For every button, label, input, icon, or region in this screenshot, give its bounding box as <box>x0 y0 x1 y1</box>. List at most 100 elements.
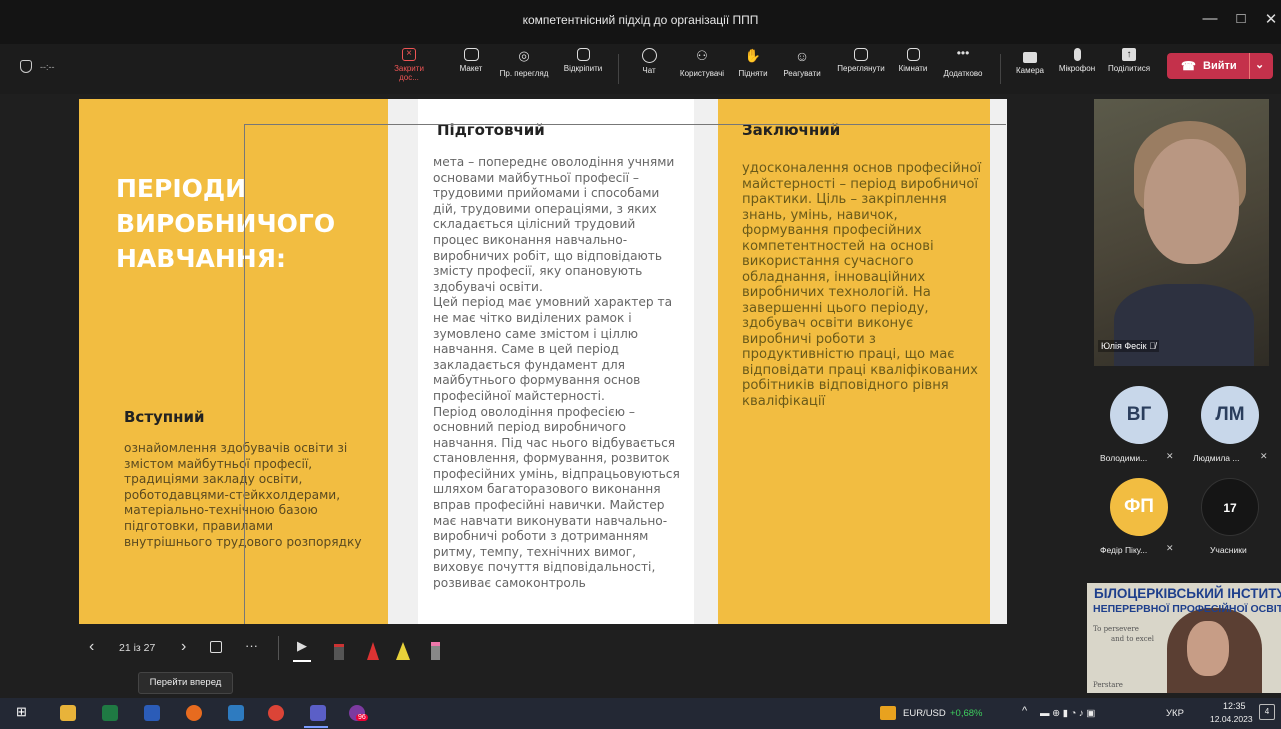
raise-hand-button[interactable]: ✋ Підняти <box>736 48 770 78</box>
react-button[interactable]: ☺ Реагувати <box>780 48 824 78</box>
leave-label: Вийти <box>1203 60 1237 72</box>
view-button[interactable]: Переглянути <box>830 48 892 73</box>
react-label: Реагувати <box>783 69 821 78</box>
ticker-change: +0,68% <box>950 708 983 719</box>
more-options-icon[interactable]: ··· <box>245 638 258 653</box>
firefox-icon[interactable] <box>186 705 202 721</box>
participant-video[interactable]: Юлія Фесік 🎙̸ <box>1094 99 1269 366</box>
close-button[interactable]: ✕ <box>1256 10 1281 28</box>
active-tool-indicator <box>293 660 311 662</box>
pointer-icon[interactable]: ▶ <box>297 638 307 654</box>
avatar[interactable]: ЛМ <box>1201 386 1259 444</box>
leave-button[interactable]: ☎ Вийти ⌄ <box>1167 53 1273 79</box>
heading-line: ПЕРІОДИ <box>116 174 247 203</box>
language-indicator[interactable]: УКР <box>1166 708 1184 719</box>
view-label: Переглянути <box>837 64 885 73</box>
meeting-timer: --:-- <box>40 62 55 72</box>
highlighter-yellow-icon[interactable] <box>396 642 410 660</box>
previous-slide-button[interactable]: ‹ <box>89 638 94 656</box>
unread-badge: 96 <box>356 714 368 721</box>
meeting-toolbar: --:-- × Закрити дос... Макет ◎ Пр. перег… <box>0 44 1281 94</box>
mic-icon <box>1073 48 1081 61</box>
excel-icon[interactable] <box>102 705 118 721</box>
chat-button[interactable]: Чат <box>634 48 664 75</box>
minimize-button[interactable]: — <box>1195 10 1225 27</box>
layout-label: Макет <box>459 64 483 73</box>
close-share-icon: × <box>402 48 416 61</box>
participant-name: Володими... <box>1100 453 1148 463</box>
ticker-label[interactable]: EUR/USD <box>903 708 946 719</box>
shared-slide: ПЕРІОДИ ВИРОБНИЧОГО НАВЧАННЯ: Вступний о… <box>79 99 1007 624</box>
institute-name-line2: НЕПЕРЕРВНОЇ ПРОФЕСІЙНОЇ ОСВІТИ <box>1093 603 1281 615</box>
mic-button[interactable]: Мікрофон <box>1054 48 1100 73</box>
smiley-icon: ☺ <box>794 48 810 64</box>
more-button[interactable]: ••• Додатково <box>938 46 988 78</box>
chrome-icon[interactable] <box>268 705 284 721</box>
slides-grid-icon[interactable] <box>210 641 222 653</box>
participant-name: Федір Піку... <box>1100 545 1148 555</box>
chat-label: Чат <box>642 66 656 75</box>
avatar[interactable]: ВГ <box>1110 386 1168 444</box>
eraser-icon[interactable] <box>431 642 440 660</box>
windows-start-icon[interactable]: ⊞ <box>16 704 32 720</box>
grid-icon <box>854 48 868 61</box>
avatar[interactable]: ФП <box>1110 478 1168 536</box>
popout-button[interactable]: Відкріпити <box>558 48 608 73</box>
file-explorer-icon[interactable] <box>60 705 76 721</box>
clock-date[interactable]: 12.04.2023 <box>1210 714 1253 724</box>
tray-icons[interactable]: ▬ ⊕ ▮ ◔ ♪ ▣ <box>1040 708 1095 719</box>
share-icon: ↑ <box>1122 48 1136 61</box>
speaker-video-thumbnail[interactable]: БІЛОЦЕРКІВСЬКИЙ ІНСТИТУТ НЕПЕРЕРВНОЇ ПРО… <box>1087 583 1281 693</box>
heading-line: НАВЧАННЯ: <box>116 244 286 273</box>
mic-off-icon: ✕ <box>1166 543 1174 553</box>
camera-button[interactable]: Камера <box>1010 48 1050 75</box>
intro-period-title: Вступний <box>124 408 205 426</box>
chevron-up-icon[interactable]: ^ <box>1022 705 1027 717</box>
presenter-view-button[interactable]: ◎ Пр. перегляд <box>495 48 553 78</box>
maximize-button[interactable]: □ <box>1226 10 1256 27</box>
photos-icon[interactable] <box>228 705 244 721</box>
raise-hand-label: Підняти <box>738 69 768 78</box>
next-slide-tooltip: Перейти вперед <box>138 672 233 694</box>
word-icon[interactable] <box>144 705 160 721</box>
currency-widget-icon[interactable] <box>880 706 896 720</box>
camera-icon <box>1023 52 1037 63</box>
slide-counter: 21 із 27 <box>119 642 156 654</box>
people-button[interactable]: ⚇ Користувачі <box>674 48 730 78</box>
phone-icon: ☎ <box>1181 59 1196 73</box>
rooms-button[interactable]: Кімнати <box>894 48 932 73</box>
more-icon: ••• <box>956 46 970 60</box>
eye-icon: ◎ <box>518 48 530 63</box>
slide-heading: ПЕРІОДИ ВИРОБНИЧОГО НАВЧАННЯ: <box>116 171 376 276</box>
stop-sharing-button[interactable]: × Закрити дос... <box>384 48 434 82</box>
toolbar-divider <box>1000 54 1001 84</box>
participant-clothing <box>1114 284 1254 366</box>
heading-line: ВИРОБНИЧОГО <box>116 209 336 238</box>
slide-gap <box>990 99 1007 624</box>
people-icon: ⚇ <box>696 48 708 63</box>
layout-button[interactable]: Макет <box>454 48 488 73</box>
notifications-icon[interactable]: 4 <box>1259 704 1275 720</box>
share-button[interactable]: ↑ Поділитися <box>1104 48 1154 73</box>
final-period-text: удосконалення основ професійної майстерн… <box>742 161 982 409</box>
annotation-line <box>244 124 1006 125</box>
clock-time[interactable]: 12:35 <box>1223 701 1246 711</box>
pen-red-icon[interactable] <box>334 644 344 660</box>
teams-icon[interactable] <box>310 705 326 721</box>
mic-label: Мікрофон <box>1058 64 1096 73</box>
chevron-down-icon[interactable]: ⌄ <box>1255 58 1264 71</box>
next-slide-button[interactable]: › <box>181 638 186 656</box>
toolbar-divider <box>618 54 619 84</box>
mic-off-icon: ✕ <box>1166 451 1174 461</box>
shield-icon <box>20 60 32 73</box>
rooms-icon <box>906 48 920 61</box>
participant-count-badge[interactable]: 17 <box>1201 478 1259 536</box>
institute-name-line1: БІЛОЦЕРКІВСЬКИЙ ІНСТИТУТ <box>1094 586 1281 601</box>
marker-red-icon[interactable] <box>367 642 379 660</box>
preparatory-period-text: мета – попереднє оволодіння учнями основ… <box>433 155 680 591</box>
stop-sharing-label: Закрити дос... <box>394 64 424 82</box>
share-label: Поділитися <box>1107 64 1151 73</box>
window-title: компетентнісний підхід до організації ПП… <box>522 13 759 27</box>
speaker-face <box>1187 621 1229 676</box>
slide-gap <box>388 99 418 624</box>
